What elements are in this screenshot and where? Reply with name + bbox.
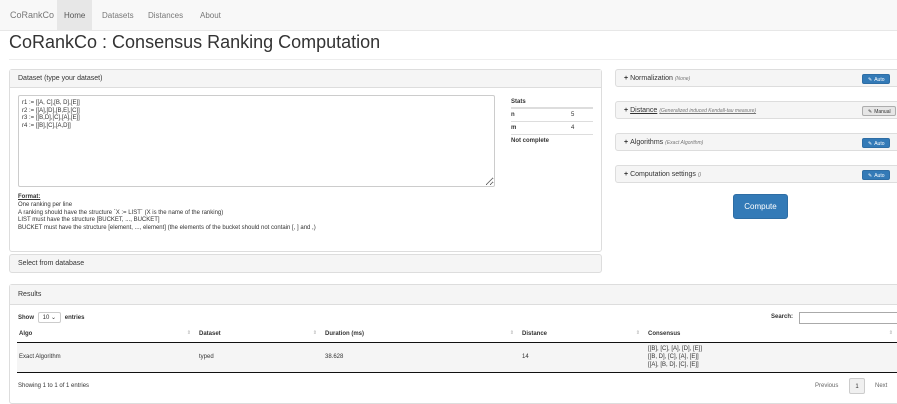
navbar: CoRankCo Home Datasets Distances About: [0, 0, 897, 31]
stats-status: Not complete: [511, 138, 550, 144]
cell-algo: Exact Algorithm: [17, 342, 197, 373]
pencil-icon: ✎: [868, 141, 873, 147]
normalization-title[interactable]: + Normalization (None): [624, 70, 690, 88]
col-distance[interactable]: Distance ⇕: [520, 326, 646, 343]
sort-icon: ⇕: [888, 330, 893, 336]
dataset-panel-heading[interactable]: Dataset (type your dataset): [10, 70, 601, 88]
settings-title[interactable]: + Computation settings(): [624, 166, 701, 184]
select-db-heading[interactable]: Select from database: [10, 255, 601, 273]
format-line: A ranking should have the structure `X :…: [18, 209, 224, 216]
entries-select[interactable]: 10 ⌄: [37, 312, 62, 323]
brand-link[interactable]: CoRankCo: [10, 10, 54, 20]
chevron-down-icon: ⌄: [51, 315, 57, 321]
divider: [9, 59, 897, 60]
format-title: Format:: [18, 194, 41, 200]
entries-label: entries: [64, 315, 85, 321]
normalization-auto-button[interactable]: ✎ Auto: [862, 74, 890, 84]
expand-plus-icon: +: [624, 107, 629, 114]
distance-panel[interactable]: + Distance (Generalized induced Kendall-ta…: [615, 101, 897, 119]
sort-icon: ⇕: [509, 330, 514, 336]
pager-previous[interactable]: Previous: [815, 378, 838, 394]
cell-consensus: [[B], [C], [A], [D], [E]] [[B, D], [C], …: [646, 342, 897, 373]
table-row: Exact Algorithm typed 38.628 14 [[B], [C…: [17, 342, 897, 373]
stats-row-m: m 4: [511, 122, 593, 135]
settings-auto-button[interactable]: ✎ Auto: [862, 170, 890, 180]
stats-value: 4: [571, 125, 575, 131]
pencil-icon: ✎: [868, 77, 873, 83]
col-duration[interactable]: Duration (ms) ⇕: [323, 326, 520, 343]
expand-plus-icon: +: [624, 171, 629, 178]
sort-icon: ⇕: [312, 330, 317, 336]
cell-dataset: typed: [197, 342, 323, 373]
nav-about[interactable]: About: [193, 0, 228, 31]
nav-datasets[interactable]: Datasets: [95, 0, 141, 31]
stats-row-n: n 5: [511, 109, 593, 122]
results-heading: Results: [10, 285, 897, 305]
cell-distance: 14: [520, 342, 646, 373]
algorithms-title[interactable]: + Algorithms (Exact Algorithm): [624, 134, 703, 152]
stats-value: 5: [571, 112, 575, 118]
algorithms-panel[interactable]: + Algorithms (Exact Algorithm) ✎ Auto: [615, 133, 897, 151]
search-label: Search:: [771, 314, 794, 320]
normalization-panel[interactable]: + Normalization (None) ✎ Auto: [615, 69, 897, 87]
stats-title: Stats: [511, 95, 593, 109]
results-table: Algo ⇕ Dataset ⇕ Duration (ms) ⇕ Distance ⇕ …: [17, 326, 897, 373]
algorithms-auto-button[interactable]: ✎ Auto: [862, 138, 890, 148]
sort-icon: ⇕: [635, 330, 640, 336]
cell-duration: 38.628: [323, 342, 520, 373]
nav-home[interactable]: Home: [57, 0, 93, 31]
table-info: Showing 1 to 1 of 1 entries: [18, 383, 90, 389]
entries-control: Show 10 ⌄ entries: [18, 312, 84, 323]
consensus-ranking: [[B, D], [C], [A], [E]]: [648, 354, 699, 360]
search-input[interactable]: [799, 312, 897, 324]
sort-icon: ⇕: [186, 330, 191, 336]
pencil-icon: ✎: [868, 109, 873, 115]
distance-title[interactable]: + Distance (Generalized induced Kendall-ta…: [624, 102, 756, 120]
stats-label: n: [511, 112, 515, 118]
format-help: Format: One ranking per line A ranking s…: [18, 194, 316, 233]
format-line: One ranking per line: [18, 201, 73, 208]
distance-manual-button[interactable]: ✎ Manual: [862, 106, 896, 116]
show-label: Show: [18, 315, 34, 321]
col-algo[interactable]: Algo ⇕: [17, 326, 197, 343]
select-db-panel[interactable]: Select from database: [9, 254, 602, 273]
consensus-ranking: [[B], [C], [A], [D], [E]]: [648, 346, 703, 352]
pager-next[interactable]: Next: [875, 378, 887, 394]
col-dataset[interactable]: Dataset ⇕: [197, 326, 323, 343]
stats-label: m: [511, 125, 517, 131]
settings-panel[interactable]: + Computation settings() ✎ Auto: [615, 165, 897, 183]
dataset-textarea[interactable]: [18, 95, 495, 187]
nav-distances[interactable]: Distances: [141, 0, 190, 31]
pager-page-1[interactable]: 1: [849, 378, 865, 394]
compute-button[interactable]: Compute: [733, 194, 788, 219]
format-line: LIST must have the structure [BUCKET, ..…: [18, 217, 160, 224]
pencil-icon: ✎: [868, 173, 873, 179]
consensus-ranking: [[A], [B, D], [C], [E]]: [648, 362, 699, 368]
expand-plus-icon: +: [624, 139, 629, 146]
col-consensus[interactable]: Consensus ⇕: [646, 326, 897, 343]
stats-table: Stats n 5 m 4 Not complete: [511, 95, 593, 144]
expand-plus-icon: +: [624, 75, 629, 82]
page-title: CoRankCo : Consensus Ranking Computation: [9, 32, 381, 52]
format-line: BUCKET must have the structure [element,…: [18, 225, 316, 232]
